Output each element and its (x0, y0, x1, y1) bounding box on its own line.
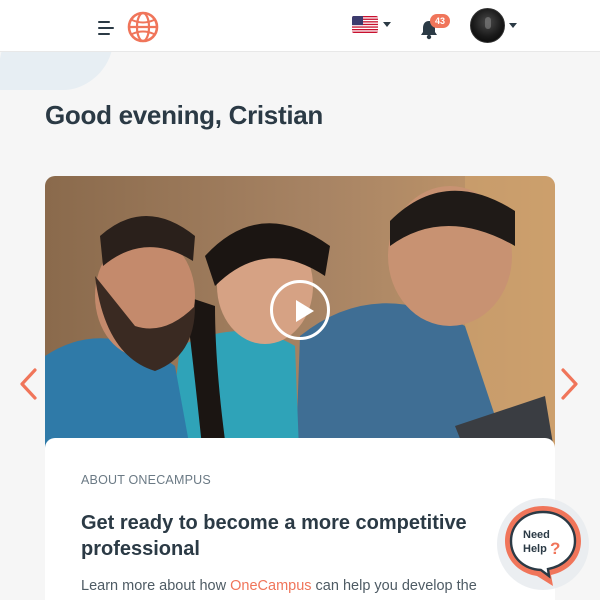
play-icon[interactable] (270, 280, 330, 340)
avatar (470, 8, 505, 43)
card-text-after: can help you develop the (311, 578, 477, 594)
carousel-card: ABOUT ONECAMPUS Get ready to become a mo… (45, 438, 555, 600)
decorative-shape (0, 46, 113, 90)
carousel-prev-arrow-icon[interactable] (16, 364, 42, 404)
card-description: Learn more about how OneCampus can help … (81, 578, 521, 594)
chevron-down-icon (383, 22, 391, 27)
help-line2: Help (523, 543, 547, 555)
onecampus-link[interactable]: OneCampus (230, 578, 311, 594)
card-text-before: Learn more about how (81, 578, 231, 594)
notification-count-badge: 43 (430, 14, 450, 28)
chevron-down-icon (509, 23, 517, 28)
language-selector[interactable] (352, 14, 394, 36)
carousel-video-thumbnail[interactable] (45, 176, 555, 476)
help-line1: Need (523, 529, 550, 541)
top-navbar: 43 (0, 0, 600, 52)
user-menu[interactable] (470, 6, 520, 46)
hamburger-menu-icon[interactable] (98, 18, 118, 36)
page-title: Good evening, Cristian (45, 100, 323, 130)
question-mark-icon: ? (550, 539, 560, 558)
carousel-next-arrow-icon[interactable] (556, 364, 582, 404)
us-flag-icon (352, 16, 378, 33)
card-title: Get ready to become a more competitive p… (81, 512, 467, 560)
globe-logo-icon[interactable] (126, 10, 160, 44)
notifications-button[interactable]: 43 (418, 12, 454, 42)
card-kicker: ABOUT ONECAMPUS (81, 473, 211, 487)
need-help-button[interactable]: Need Help ? (495, 496, 591, 592)
